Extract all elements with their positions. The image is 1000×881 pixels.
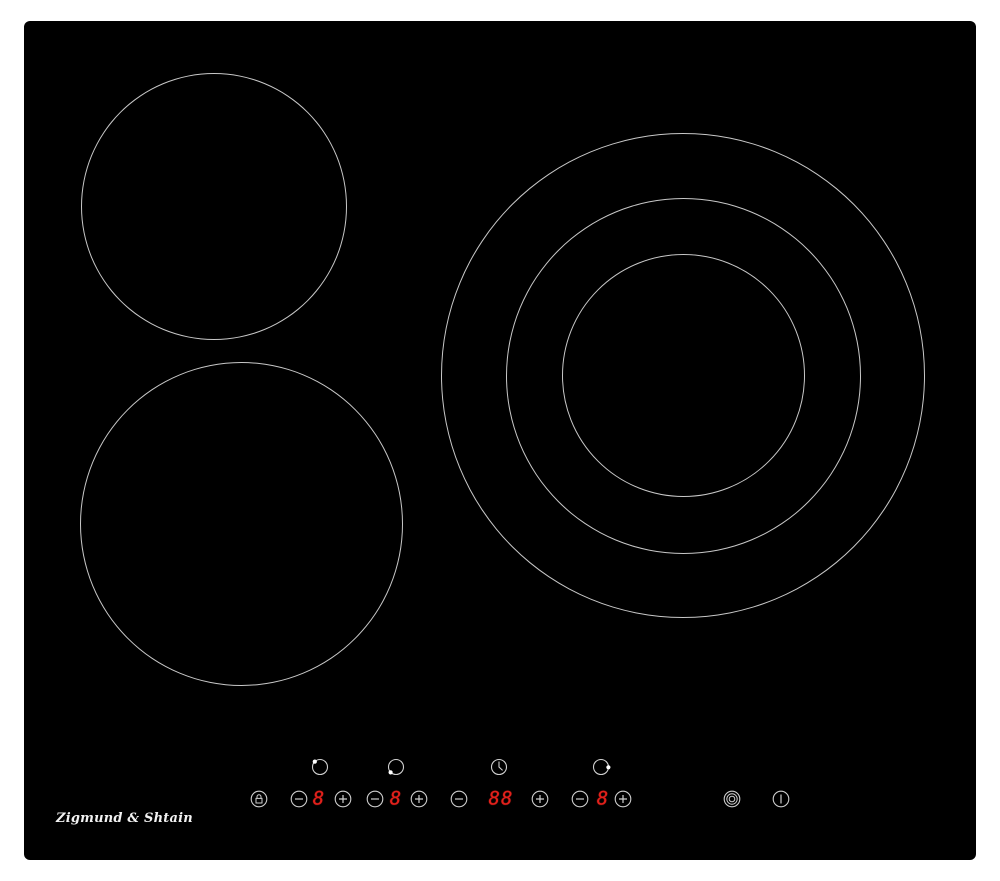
plus-icon	[531, 790, 549, 808]
dual-ring-button[interactable]	[723, 790, 741, 808]
zone2-minus-button[interactable]	[366, 790, 384, 808]
plus-icon	[334, 790, 352, 808]
lock-icon	[250, 790, 268, 808]
minus-icon	[366, 790, 384, 808]
zone-indicator-right	[592, 758, 611, 776]
minus-icon	[571, 790, 589, 808]
zone1-minus-button[interactable]	[290, 790, 308, 808]
right-zone-inner-ring	[562, 254, 805, 497]
brand-logo: Zigmund & Shtain	[56, 811, 193, 826]
timer-plus-button[interactable]	[531, 790, 549, 808]
zone2-plus-button[interactable]	[410, 790, 428, 808]
front-left-zone	[80, 362, 403, 686]
zone-position-icon	[387, 758, 405, 776]
minus-icon	[450, 790, 468, 808]
clock-icon	[490, 758, 508, 776]
dual-ring-icon	[723, 790, 741, 808]
zone1-power-display: 8	[312, 787, 326, 810]
plus-icon	[410, 790, 428, 808]
zone3-minus-button[interactable]	[571, 790, 589, 808]
zone2-power-display: 8	[389, 787, 403, 810]
plus-icon	[614, 790, 632, 808]
zone-position-icon	[311, 758, 329, 776]
zone3-plus-button[interactable]	[614, 790, 632, 808]
timer-display: 88	[488, 787, 514, 810]
power-button[interactable]	[772, 790, 790, 808]
zone1-plus-button[interactable]	[334, 790, 352, 808]
zone-position-icon	[592, 758, 611, 776]
timer-minus-button[interactable]	[450, 790, 468, 808]
timer-indicator	[490, 758, 508, 776]
lock-button[interactable]	[250, 790, 268, 808]
minus-icon	[290, 790, 308, 808]
rear-left-zone	[81, 73, 347, 340]
zone-indicator-front-left	[311, 758, 329, 776]
power-icon	[772, 790, 790, 808]
zone-indicator-rear-left	[387, 758, 405, 776]
zone3-power-display: 8	[596, 787, 610, 810]
cooktop-surface: 8 8 88 8 Zigmund & Shtain	[24, 21, 976, 860]
